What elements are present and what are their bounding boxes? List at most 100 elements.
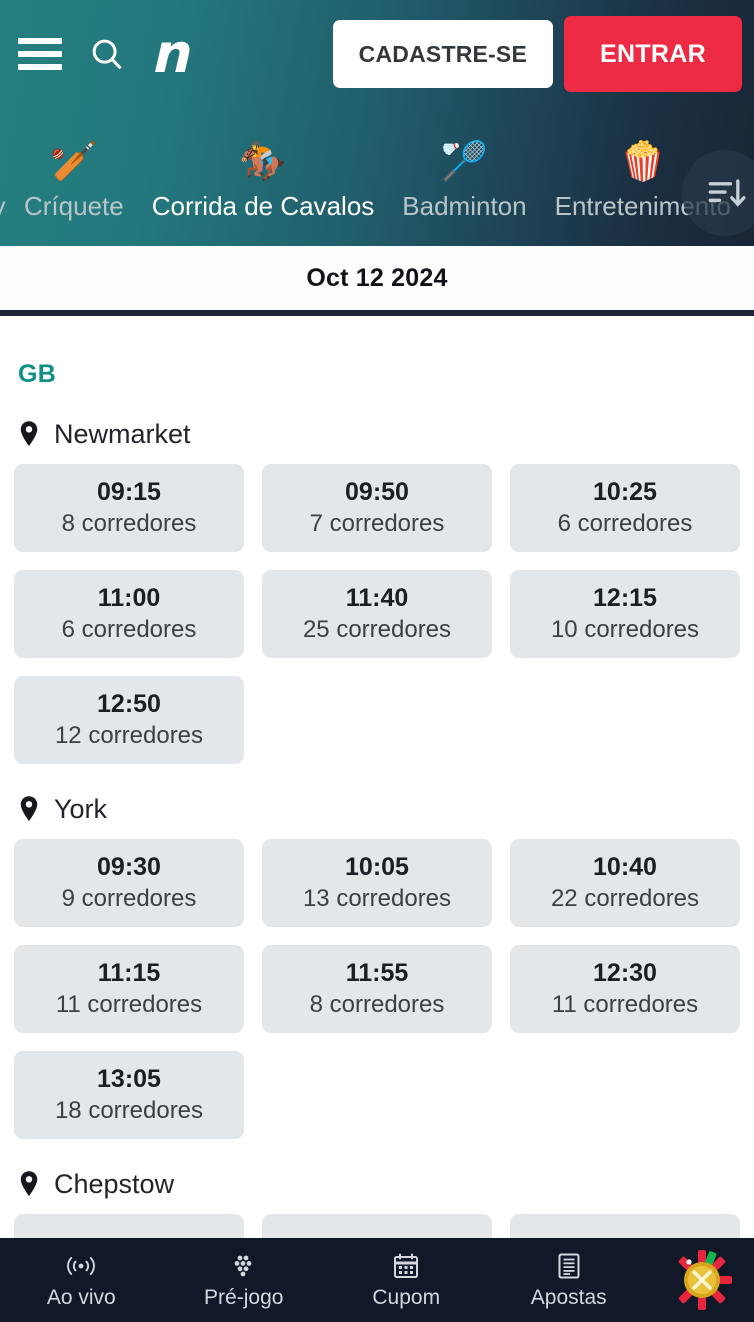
race-time: 09:15 xyxy=(97,478,161,507)
venue-header-newmarket: Newmarket xyxy=(18,419,740,450)
sport-tab-label: Badminton xyxy=(402,191,527,221)
badminton-icon: 🏸 xyxy=(440,141,489,183)
race-runners: 12 corredores xyxy=(54,721,204,749)
sport-tab-label: Críquete xyxy=(24,191,124,221)
race-card[interactable]: 12:30 11 corredores xyxy=(510,945,740,1033)
race-card[interactable]: 12:50 12 corredores xyxy=(14,676,244,764)
pregame-icon xyxy=(230,1250,258,1282)
race-card[interactable]: 10:45 xyxy=(510,1214,740,1238)
location-pin-icon xyxy=(18,795,40,824)
race-runners: 6 corredores xyxy=(557,509,693,537)
race-card[interactable]: 10:05 13 corredores xyxy=(262,839,492,927)
hamburger-icon[interactable] xyxy=(18,38,62,70)
sport-tabs-bar[interactable]: y 🏏 Críquete 🏇 Corrida de Cavalos 🏸 Badm… xyxy=(0,128,754,246)
location-pin-icon xyxy=(18,420,40,449)
race-runners: 11 corredores xyxy=(551,990,699,1018)
venue-header-chepstow: Chepstow xyxy=(18,1169,740,1200)
nav-item-coupon[interactable]: Cupom xyxy=(325,1238,488,1322)
sport-tab-partial-left[interactable]: y xyxy=(0,141,10,246)
live-broadcast-icon xyxy=(63,1250,99,1282)
race-runners: 13 corredores xyxy=(302,884,452,912)
race-time: 13:05 xyxy=(97,1065,161,1094)
venue-header-york: York xyxy=(18,794,740,825)
venue-name: Chepstow xyxy=(54,1169,175,1199)
race-card[interactable]: 09:15 8 corredores xyxy=(14,464,244,552)
race-card[interactable]: 09:50 7 corredores xyxy=(262,464,492,552)
roulette-icon xyxy=(671,1249,733,1311)
race-card[interactable]: 11:00 6 corredores xyxy=(14,570,244,658)
race-card[interactable]: 13:05 18 corredores xyxy=(14,1051,244,1139)
race-time: 10:40 xyxy=(593,853,657,882)
search-icon[interactable] xyxy=(88,35,126,73)
sport-tab-partial-label: y xyxy=(0,191,6,222)
race-card[interactable]: 11:55 8 corredores xyxy=(262,945,492,1033)
race-card[interactable]: 11:15 11 corredores xyxy=(14,945,244,1033)
date-bar: Oct 12 2024 xyxy=(0,246,754,310)
race-runners: 10 corredores xyxy=(550,615,700,643)
race-runners: 25 corredores xyxy=(302,615,452,643)
brand-logo[interactable]: n xyxy=(148,22,196,85)
nav-label: Apostas xyxy=(530,1286,607,1309)
sport-tab-label: Corrida de Cavalos xyxy=(151,191,375,221)
sidebar-item-cricket[interactable]: 🏏 Críquete xyxy=(10,141,138,246)
race-runners: 8 corredores xyxy=(309,990,445,1018)
sidebar-item-badminton[interactable]: 🏸 Badminton xyxy=(388,141,540,246)
race-time: 09:30 xyxy=(97,853,161,882)
race-time: 12:50 xyxy=(97,690,161,719)
race-time: 10:25 xyxy=(593,478,657,507)
date-label: Oct 12 2024 xyxy=(306,263,448,292)
venue-name: York xyxy=(54,794,108,824)
nav-label: Pré-jogo xyxy=(204,1286,284,1309)
race-grid-york: 09:30 9 corredores 10:05 13 corredores 1… xyxy=(14,839,740,1139)
country-label: GB xyxy=(18,360,57,388)
sidebar-item-horse-racing[interactable]: 🏇 Corrida de Cavalos xyxy=(138,141,389,246)
race-card[interactable]: 09:35 xyxy=(14,1214,244,1238)
race-runners: 22 corredores xyxy=(550,884,700,912)
nav-item-pregame[interactable]: Pré-jogo xyxy=(163,1238,326,1322)
race-card[interactable]: 12:15 10 corredores xyxy=(510,570,740,658)
bets-list-icon xyxy=(556,1250,582,1282)
top-header: n CADASTRE-SE ENTRAR y 🏏 Críquete 🏇 Corr… xyxy=(0,0,754,246)
race-time: 11:15 xyxy=(97,959,161,988)
hamburger-bar xyxy=(18,64,62,70)
venue-name: Newmarket xyxy=(54,419,191,449)
race-time: 09:50 xyxy=(345,478,409,507)
race-grid-chepstow: 09:35 10:10 10:45 xyxy=(14,1214,740,1238)
race-runners: 9 corredores xyxy=(61,884,197,912)
race-runners: 18 corredores xyxy=(54,1096,204,1124)
nav-label: Ao vivo xyxy=(46,1286,116,1309)
race-runners: 6 corredores xyxy=(61,615,197,643)
header-actions: CADASTRE-SE ENTRAR xyxy=(332,16,742,92)
race-time: 10:05 xyxy=(345,853,409,882)
bottom-navigation: Ao vivo Pré-jogo Cupom Apostas xyxy=(0,1238,754,1322)
horse-racing-icon: 🏇 xyxy=(239,141,287,183)
nav-item-bets[interactable]: Apostas xyxy=(488,1238,651,1322)
race-card[interactable]: 11:40 25 corredores xyxy=(262,570,492,658)
logo-text: n xyxy=(152,22,192,85)
popcorn-icon: 🍿 xyxy=(619,141,667,183)
race-runners: 8 corredores xyxy=(61,509,197,537)
race-time: 12:30 xyxy=(593,959,657,988)
race-runners: 11 corredores xyxy=(55,990,203,1018)
race-time: 12:15 xyxy=(593,584,657,613)
race-time: 11:55 xyxy=(345,959,409,988)
race-card[interactable]: 10:25 6 corredores xyxy=(510,464,740,552)
hamburger-bar xyxy=(18,51,62,57)
race-runners: 7 corredores xyxy=(309,509,445,537)
race-card[interactable]: 10:40 22 corredores xyxy=(510,839,740,927)
app-root: n CADASTRE-SE ENTRAR y 🏏 Críquete 🏇 Corr… xyxy=(0,0,754,1322)
location-pin-icon xyxy=(18,1170,40,1199)
header-toolbar: n CADASTRE-SE ENTRAR xyxy=(0,0,754,108)
calendar-coupon-icon xyxy=(392,1250,420,1282)
race-time: 11:00 xyxy=(97,584,161,613)
race-card[interactable]: 09:30 9 corredores xyxy=(14,839,244,927)
cricket-icon: 🏏 xyxy=(50,141,98,183)
register-button[interactable]: CADASTRE-SE xyxy=(332,20,553,88)
race-card[interactable]: 10:10 xyxy=(262,1214,492,1238)
partial-icon xyxy=(0,141,4,183)
nav-item-live[interactable]: Ao vivo xyxy=(0,1238,163,1322)
race-time: 11:40 xyxy=(345,584,409,613)
login-button[interactable]: ENTRAR xyxy=(564,16,742,92)
hamburger-bar xyxy=(18,38,62,44)
nav-item-casino[interactable] xyxy=(650,1238,754,1322)
